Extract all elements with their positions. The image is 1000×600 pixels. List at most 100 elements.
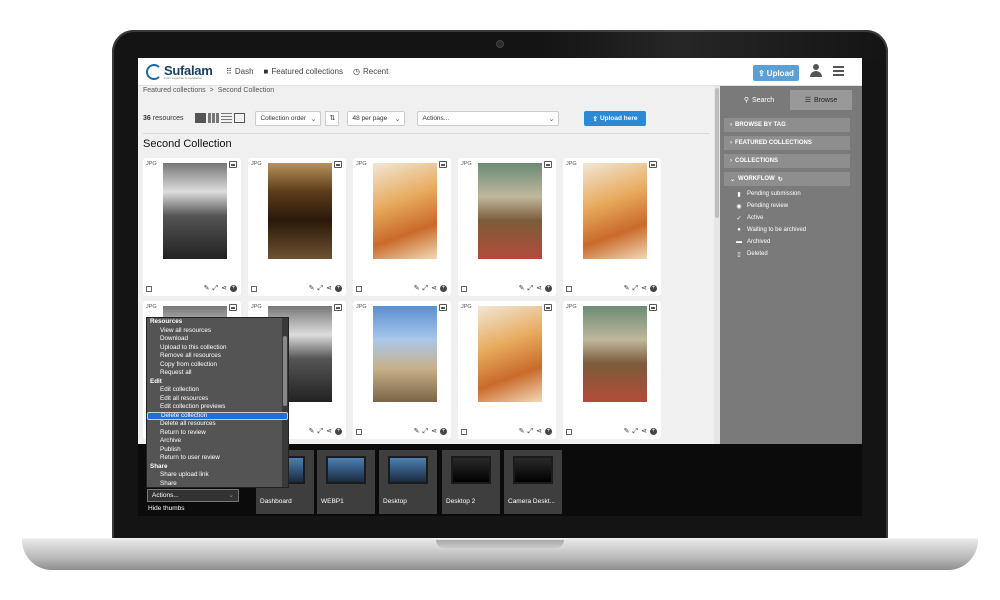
- expand-icon[interactable]: ⤢: [528, 428, 534, 435]
- dropdown-option[interactable]: Copy from collection: [147, 361, 288, 370]
- expand-icon[interactable]: ⤢: [423, 285, 429, 292]
- edit-icon[interactable]: ✎: [414, 428, 420, 435]
- share-icon[interactable]: ⋖: [641, 285, 647, 292]
- resource-thumbnail[interactable]: [478, 163, 542, 259]
- dropdown-option[interactable]: Delete all resources: [147, 420, 288, 429]
- resource-thumbnail[interactable]: [478, 306, 542, 402]
- upload-here-button[interactable]: ⇪ Upload here: [584, 111, 646, 126]
- expand-icon[interactable]: ⤢: [318, 428, 324, 435]
- share-icon[interactable]: ⋖: [641, 428, 647, 435]
- resource-thumbnail[interactable]: [373, 306, 437, 402]
- share-icon[interactable]: ⋖: [536, 428, 542, 435]
- resource-card[interactable]: JPG ✎⤢⋖+: [458, 301, 556, 439]
- dropdown-option[interactable]: View all resources: [147, 327, 288, 336]
- small-thumbs-view-icon[interactable]: [208, 113, 220, 123]
- resource-checkbox[interactable]: [461, 429, 467, 435]
- workflow-waiting-archive[interactable]: ● Waiting to be archived: [736, 224, 806, 236]
- edit-icon[interactable]: ✎: [519, 428, 525, 435]
- resource-thumbnail[interactable]: [583, 163, 647, 259]
- upload-button[interactable]: ⇪ Upload: [753, 65, 799, 81]
- section-featured-collections[interactable]: › FEATURED COLLECTIONS: [724, 136, 850, 150]
- workflow-archived[interactable]: ▬ Archived: [736, 236, 806, 248]
- add-to-collection-icon[interactable]: +: [650, 285, 657, 292]
- add-to-collection-icon[interactable]: +: [335, 428, 342, 435]
- actions-select-bottom[interactable]: Actions... ⌄: [147, 489, 239, 502]
- order-select[interactable]: Collection order ⌄: [255, 110, 322, 126]
- dropdown-option[interactable]: Archive: [147, 437, 288, 446]
- dropdown-option[interactable]: Edit collection previews: [147, 403, 288, 412]
- section-collections[interactable]: › COLLECTIONS: [724, 154, 850, 168]
- collection-thumb-webp1[interactable]: WEBP1: [317, 450, 375, 514]
- nav-dash[interactable]: ⠿ Dash: [226, 67, 254, 76]
- edit-icon[interactable]: ✎: [204, 285, 210, 292]
- tab-search[interactable]: ⚲ Search: [728, 90, 790, 110]
- resource-card[interactable]: JPG ✎⤢⋖+: [353, 158, 451, 296]
- share-icon[interactable]: ⋖: [536, 285, 542, 292]
- nav-recent[interactable]: ◷ Recent: [353, 67, 388, 76]
- expand-icon[interactable]: ⤢: [213, 285, 219, 292]
- expand-icon[interactable]: ⤢: [633, 285, 639, 292]
- workflow-pending-submission[interactable]: ▮ Pending submission: [736, 188, 806, 200]
- resource-checkbox[interactable]: [461, 286, 467, 292]
- dropdown-option[interactable]: Download: [147, 335, 288, 344]
- edit-icon[interactable]: ✎: [414, 285, 420, 292]
- hide-thumbs-link[interactable]: Hide thumbs: [148, 505, 185, 512]
- edit-icon[interactable]: ✎: [624, 285, 630, 292]
- dropdown-option[interactable]: Return to user review: [147, 454, 288, 463]
- share-icon[interactable]: ⋖: [326, 285, 332, 292]
- resource-checkbox[interactable]: [251, 286, 257, 292]
- edit-icon[interactable]: ✎: [309, 428, 315, 435]
- dropdown-option[interactable]: Delete collection: [147, 411, 288, 420]
- add-to-collection-icon[interactable]: +: [650, 428, 657, 435]
- edit-icon[interactable]: ✎: [309, 285, 315, 292]
- breadcrumb-parent[interactable]: Featured collections: [143, 87, 206, 94]
- resource-thumbnail[interactable]: [163, 163, 227, 259]
- dropdown-option[interactable]: Share: [147, 480, 288, 488]
- dropdown-option[interactable]: Share upload link: [147, 471, 288, 480]
- resource-checkbox[interactable]: [356, 429, 362, 435]
- workflow-active[interactable]: ✓ Active: [736, 212, 806, 224]
- workflow-pending-review[interactable]: ◉ Pending review: [736, 200, 806, 212]
- per-page-select[interactable]: 48 per page ⌄: [347, 110, 406, 126]
- resource-thumbnail[interactable]: [268, 163, 332, 259]
- section-workflow[interactable]: ⌄ WORKFLOW ↻: [724, 172, 850, 186]
- dropdown-option[interactable]: Edit collection: [147, 386, 288, 395]
- resource-card[interactable]: JPG ✎⤢⋖+: [248, 158, 346, 296]
- resource-thumbnail[interactable]: [583, 306, 647, 402]
- edit-icon[interactable]: ✎: [624, 428, 630, 435]
- share-icon[interactable]: ⋖: [431, 428, 437, 435]
- dropdown-scrollbar[interactable]: [282, 318, 288, 487]
- add-to-collection-icon[interactable]: +: [335, 285, 342, 292]
- list-view-icon[interactable]: [221, 113, 233, 123]
- resource-checkbox[interactable]: [566, 286, 572, 292]
- add-to-collection-icon[interactable]: +: [230, 285, 237, 292]
- resource-checkbox[interactable]: [566, 429, 572, 435]
- collection-thumb-desktop[interactable]: Desktop: [379, 450, 437, 514]
- actions-select-top[interactable]: Actions... ⌄: [417, 110, 560, 126]
- add-to-collection-icon[interactable]: +: [545, 428, 552, 435]
- dropdown-option[interactable]: Return to review: [147, 429, 288, 438]
- dropdown-option[interactable]: Upload to this collection: [147, 344, 288, 353]
- map-view-icon[interactable]: [234, 113, 246, 123]
- resource-card[interactable]: JPG ✎⤢⋖+: [458, 158, 556, 296]
- workflow-deleted[interactable]: ▯ Deleted: [736, 248, 806, 260]
- dropdown-option[interactable]: Remove all resources: [147, 352, 288, 361]
- expand-icon[interactable]: ⤢: [528, 285, 534, 292]
- dropdown-option[interactable]: Publish: [147, 446, 288, 455]
- dropdown-option[interactable]: Edit all resources: [147, 395, 288, 404]
- resource-card[interactable]: JPG ✎⤢⋖+: [563, 158, 661, 296]
- resource-card[interactable]: JPG ✎⤢⋖+: [143, 158, 241, 296]
- section-browse-by-tag[interactable]: › BROWSE BY TAG: [724, 118, 850, 132]
- add-to-collection-icon[interactable]: +: [440, 285, 447, 292]
- nav-featured-collections[interactable]: ■ Featured collections: [264, 67, 343, 76]
- expand-icon[interactable]: ⤢: [318, 285, 324, 292]
- sort-direction-button[interactable]: ⇅: [325, 110, 340, 126]
- resource-checkbox[interactable]: [146, 286, 152, 292]
- collection-thumb-desktop-2[interactable]: Desktop 2: [442, 450, 500, 514]
- hamburger-menu-icon[interactable]: [833, 66, 844, 76]
- large-thumbs-view-icon[interactable]: [195, 113, 207, 123]
- share-icon[interactable]: ⋖: [326, 428, 332, 435]
- share-icon[interactable]: ⋖: [221, 285, 227, 292]
- expand-icon[interactable]: ⤢: [633, 428, 639, 435]
- dropdown-option[interactable]: Request all: [147, 369, 288, 378]
